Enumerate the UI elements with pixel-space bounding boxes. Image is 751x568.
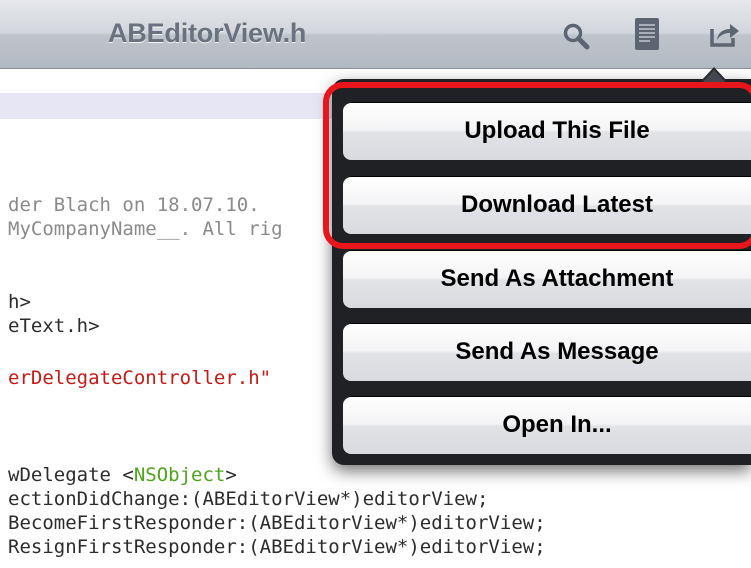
code-line: MyCompanyName__. All rig	[8, 218, 283, 240]
code-text: >	[225, 464, 237, 486]
code-line: der Blach on 18.07.10.	[8, 194, 260, 216]
code-line: ResignFirstResponder:(ABEditorView*)edit…	[8, 536, 546, 558]
send-as-message-button[interactable]: Send As Message	[343, 323, 751, 381]
code-line: erDelegateController.h"	[8, 367, 272, 389]
share-icon[interactable]	[709, 20, 741, 48]
code-line: eText.h>	[8, 315, 100, 337]
code-line: wDelegate <NSObject>	[8, 463, 237, 487]
popover-arrow-inner	[703, 70, 725, 82]
code-keyword: NSObject	[133, 464, 226, 486]
code-text: wDelegate <	[8, 464, 134, 486]
send-as-attachment-button[interactable]: Send As Attachment	[343, 250, 751, 308]
code-line: BecomeFirstResponder:(ABEditorView*)edit…	[8, 512, 546, 534]
page-title: ABEditorView.h	[108, 18, 307, 48]
document-icon[interactable]	[634, 17, 660, 51]
navigation-bar: ABEditorView.h	[0, 0, 751, 69]
open-in-button[interactable]: Open In...	[343, 396, 751, 454]
download-latest-button[interactable]: Download Latest	[343, 176, 751, 234]
code-line: h>	[8, 291, 31, 313]
code-line: ectionDidChange:(ABEditorView*)editorVie…	[8, 488, 489, 510]
search-icon[interactable]	[562, 22, 590, 50]
upload-file-button[interactable]: Upload This File	[343, 102, 751, 160]
